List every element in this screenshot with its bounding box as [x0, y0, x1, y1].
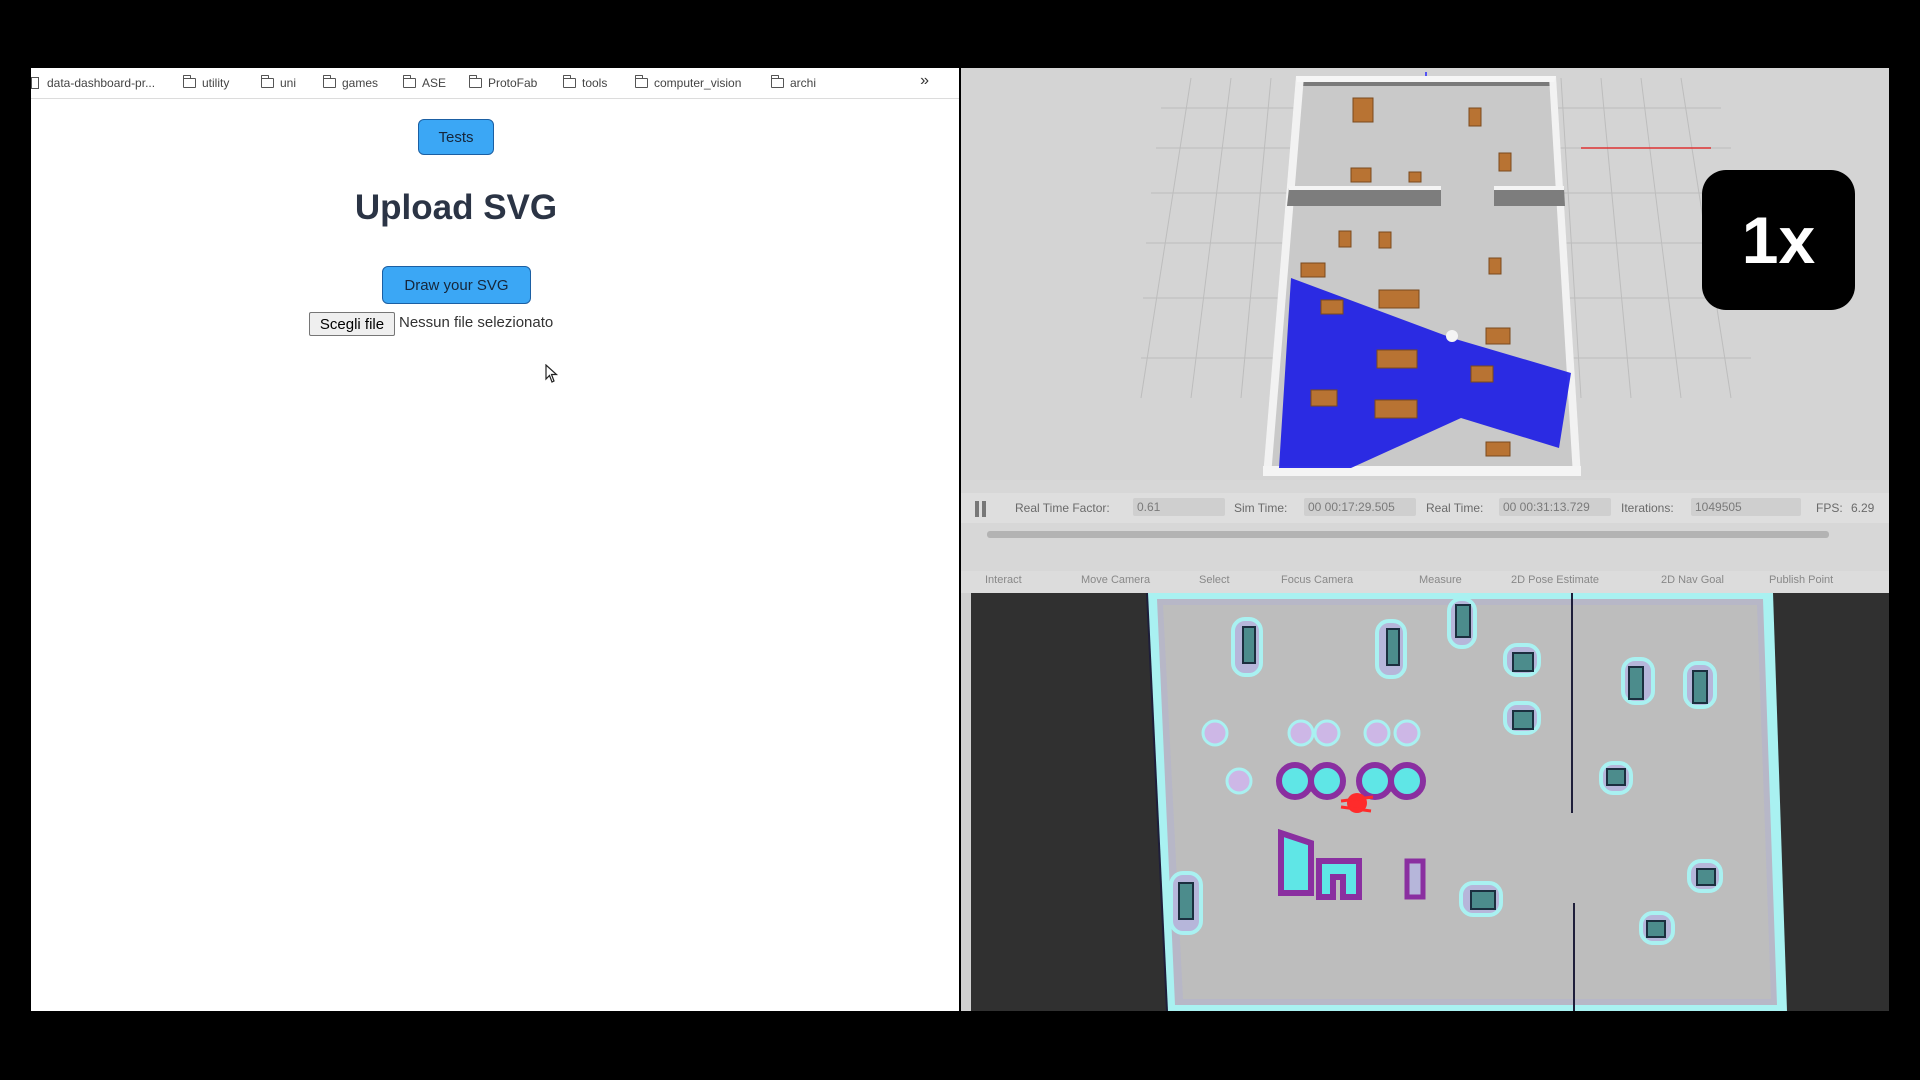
bookmark-tools[interactable]: tools: [562, 75, 608, 90]
rviz-window: Interact Move Camera Select Focus Camera…: [961, 571, 1889, 1011]
folder-icon: [468, 75, 482, 88]
real-time-label: Real Time:: [1426, 501, 1484, 515]
gazebo-window: Real Time Factor: 0.61 Sim Time: 00 00:1…: [961, 68, 1889, 571]
page-icon: [31, 77, 39, 89]
folder-icon: [770, 75, 784, 88]
bookmark-utility[interactable]: utility: [182, 75, 230, 90]
gazebo-status-bar: Real Time Factor: 0.61 Sim Time: 00 00:1…: [961, 493, 1889, 523]
real-time-value: 00 00:31:13.729: [1499, 498, 1611, 516]
tool-measure[interactable]: Measure: [1419, 574, 1462, 586]
folder-icon: [634, 75, 648, 88]
tests-button[interactable]: Tests: [418, 119, 494, 155]
tool-publish-point[interactable]: Publish Point: [1769, 574, 1833, 586]
pause-icon[interactable]: [975, 501, 987, 517]
rviz-toolbar: Interact Move Camera Select Focus Camera…: [961, 571, 1889, 594]
tool-2d-pose-estimate[interactable]: 2D Pose Estimate: [1511, 574, 1599, 586]
bookmark-label: archi: [790, 76, 817, 90]
page-title: Upload SVG: [354, 188, 558, 227]
rviz-map-view[interactable]: [961, 593, 1889, 1011]
browser-window: data-dashboard-pr... utility uni games A…: [31, 68, 959, 1011]
choose-file-button[interactable]: Scegli file: [309, 312, 395, 336]
sim-time-label: Sim Time:: [1234, 501, 1288, 515]
folder-icon: [562, 75, 576, 88]
iterations-label: Iterations:: [1621, 501, 1674, 515]
bookmark-label: games: [342, 76, 379, 90]
tool-focus-camera[interactable]: Focus Camera: [1281, 574, 1353, 586]
gazebo-scrollbar[interactable]: [987, 531, 1829, 538]
more-bookmarks-button[interactable]: »: [920, 72, 929, 90]
tool-move-camera[interactable]: Move Camera: [1081, 574, 1150, 586]
bookmark-games[interactable]: games: [322, 75, 379, 90]
bookmark-label: ASE: [422, 76, 447, 90]
bookmark-data-dashboard[interactable]: data-dashboard-pr...: [31, 76, 155, 90]
tool-interact[interactable]: Interact: [985, 574, 1022, 586]
bookmark-archi[interactable]: archi: [770, 75, 817, 90]
bookmark-computer-vision[interactable]: computer_vision: [634, 75, 742, 90]
iterations-value: 1049505: [1691, 498, 1801, 516]
sim-time-value: 00 00:17:29.505: [1304, 498, 1416, 516]
fps-label: FPS:: [1816, 501, 1843, 515]
fps-value: 6.29: [1851, 501, 1875, 515]
mouse-cursor-icon: [545, 364, 559, 383]
draw-svg-button[interactable]: Draw your SVG: [382, 266, 531, 304]
bookmark-label: data-dashboard-pr...: [47, 76, 156, 90]
bookmark-uni[interactable]: uni: [260, 75, 297, 90]
bookmark-label: tools: [582, 76, 608, 90]
folder-icon: [322, 75, 336, 88]
folder-icon: [402, 75, 416, 88]
speed-badge: 1x: [1702, 170, 1855, 310]
bookmarks-bar: data-dashboard-pr... utility uni games A…: [31, 68, 959, 99]
real-time-factor-value: 0.61: [1133, 498, 1225, 516]
folder-icon: [182, 75, 196, 88]
bookmark-label: uni: [280, 76, 297, 90]
bookmark-label: computer_vision: [654, 76, 742, 90]
bookmark-protofab[interactable]: ProtoFab: [468, 75, 538, 90]
tool-2d-nav-goal[interactable]: 2D Nav Goal: [1661, 574, 1724, 586]
tool-select[interactable]: Select: [1199, 574, 1230, 586]
file-status-text: Nessun file selezionato: [399, 314, 554, 331]
bookmark-ase[interactable]: ASE: [402, 75, 447, 90]
folder-icon: [260, 75, 274, 88]
bookmark-label: utility: [202, 76, 230, 90]
bookmark-label: ProtoFab: [488, 76, 538, 90]
real-time-factor-label: Real Time Factor:: [1015, 501, 1110, 515]
